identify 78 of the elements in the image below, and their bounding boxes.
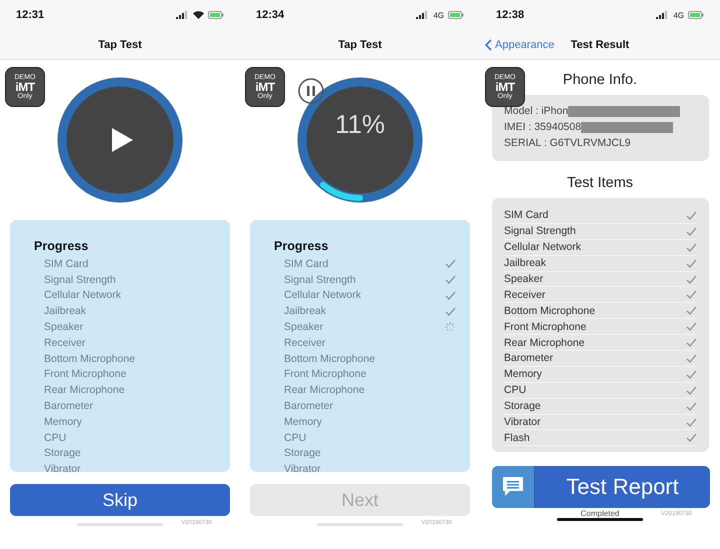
message-icon [501,476,525,498]
test-item: Cellular Network [284,289,362,302]
pause-icon [297,77,325,105]
test-dial[interactable] [57,77,183,203]
test-item: Memory [504,368,543,380]
test-item: Bottom Microphone [284,352,376,365]
info-text: Model : iPhon [504,105,568,117]
test-item: Memory [44,416,83,428]
test-item: Front Microphone [504,320,588,333]
signal-icon [176,11,189,19]
screen-title: Test Result [570,38,630,50]
screen-title: Tap Test [338,38,382,50]
test-item: Receiver [44,336,86,349]
test-item: Memory [284,416,323,428]
test-item: Jailbreak [504,257,548,270]
test-item: Front Microphone [284,368,368,380]
logo-text: iMT [255,81,275,93]
test-item: Barometer [284,400,334,412]
test-item: Storage [44,447,82,460]
test-item: Storage [284,447,322,460]
test-item: Bottom Microphone [44,352,136,365]
test-item: Vibrator [284,463,322,472]
test-item: SIM Card [284,258,330,270]
back-link[interactable]: Appearance [485,30,554,59]
section-title: Test Items [566,175,634,191]
test-item: Front Microphone [44,368,128,380]
section-title: Phone Info. [562,72,638,88]
logo-text: iMT [15,81,35,93]
battery-icon [448,11,464,19]
test-item: Jailbreak [44,305,88,318]
test-item: Rear Microphone [284,384,366,396]
test-item: Signal Strength [284,274,357,286]
test-item: CPU [504,384,528,396]
status-time: 12:31 [16,9,46,21]
battery-icon [208,11,224,19]
test-item: Vibrator [44,463,82,472]
chevron-icon [485,38,492,50]
test-item: Receiver [504,288,546,301]
report-button[interactable]: Test Report [492,466,710,508]
test-item: Cellular Network [504,241,582,254]
play-icon [110,127,134,153]
progress-percent: 11% [334,109,386,140]
screen-title: Tap Test [98,38,142,50]
test-item: Speaker [284,321,324,334]
test-item: Speaker [44,321,84,334]
test-item: Jailbreak [284,305,328,318]
test-item: SIM Card [44,258,90,270]
test-item: Speaker [504,273,544,285]
signal-icon [656,11,670,19]
test-item: Bottom Microphone [504,304,596,317]
test-item: SIM Card [504,209,550,222]
battery-icon [688,11,704,19]
test-item: Rear Microphone [504,336,586,349]
test-dial[interactable]: 11% [297,77,423,203]
progress-title: Progress [274,239,330,253]
test-item: Rear Microphone [44,384,126,396]
test-item: Signal Strength [44,274,117,286]
status-text: Completed [580,509,620,518]
info-text: IMEI : 35940508 [504,121,582,133]
test-item: Barometer [504,352,554,364]
test-item: CPU [284,432,308,444]
progress-title: Progress [34,239,90,253]
skip-button[interactable]: Skip [10,484,230,516]
info-text: SERIAL : G6TVLRVMJCL9 [504,137,631,149]
test-item: Storage [504,400,542,412]
test-item: Cellular Network [44,289,122,302]
test-item: Barometer [44,400,94,412]
test-item: Signal Strength [504,225,577,238]
status-time: 12:34 [256,9,286,21]
signal-icon [416,11,430,19]
status-time: 12:38 [496,9,526,21]
network-label: 4G [433,10,444,20]
logo-text: iMT [495,81,515,93]
test-item: Vibrator [504,416,542,428]
test-item: Flash [504,432,531,444]
test-item: Receiver [284,336,326,349]
test-item: CPU [44,432,68,444]
network-label: 4G [673,10,684,20]
